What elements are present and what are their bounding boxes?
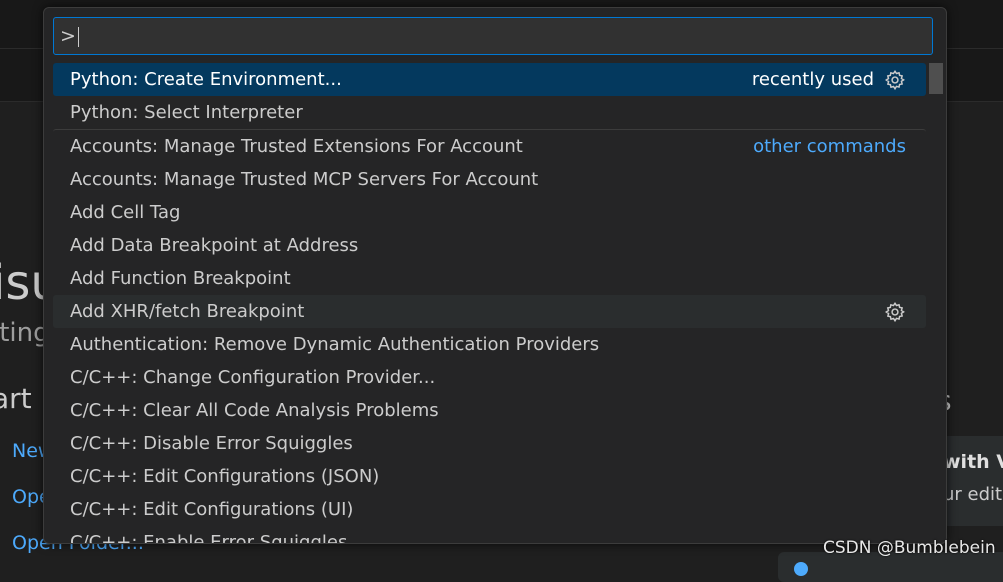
command-label: Python: Create Environment... xyxy=(70,69,342,90)
command-label: Add Function Breakpoint xyxy=(70,268,291,289)
command-label: C/C++: Change Configuration Provider... xyxy=(70,367,436,388)
command-item[interactable]: C/C++: Clear All Code Analysis Problems xyxy=(53,394,926,427)
command-palette-input[interactable]: > xyxy=(53,17,933,55)
command-item-actions xyxy=(884,295,906,328)
command-label: C/C++: Edit Configurations (UI) xyxy=(70,499,354,520)
other-commands-label: other commands xyxy=(753,136,906,157)
command-label: Add Data Breakpoint at Address xyxy=(70,235,359,256)
text-caret xyxy=(77,26,79,47)
command-item[interactable]: Add XHR/fetch Breakpoint xyxy=(53,295,926,328)
watermark: CSDN @Bumblebein xyxy=(823,538,996,558)
command-item[interactable]: Add Cell Tag xyxy=(53,196,926,229)
configure-keybinding-gear-icon[interactable] xyxy=(884,301,906,323)
command-label: Python: Select Interpreter xyxy=(70,102,303,123)
command-label: C/C++: Disable Error Squiggles xyxy=(70,433,353,454)
walkthrough-title: with VS xyxy=(943,451,1003,473)
command-label: Add XHR/fetch Breakpoint xyxy=(70,301,305,322)
configure-keybinding-gear-icon[interactable] xyxy=(884,69,906,91)
command-item[interactable]: Add Function Breakpoint xyxy=(53,262,926,295)
scrollbar-thumb[interactable] xyxy=(929,63,943,94)
command-item[interactable]: Accounts: Manage Trusted MCP Servers For… xyxy=(53,163,926,196)
command-palette: > Python: Create Environment... recently … xyxy=(43,7,947,544)
start-heading: art xyxy=(0,382,32,415)
command-item[interactable]: C/C++: Disable Error Squiggles xyxy=(53,427,926,460)
command-label: C/C++: Clear All Code Analysis Problems xyxy=(70,400,439,421)
command-item-actions: recently used xyxy=(752,63,906,96)
command-label: Accounts: Manage Trusted Extensions For … xyxy=(70,136,523,157)
command-item-actions: other commands xyxy=(753,130,906,163)
command-label: C/C++: Edit Configurations (JSON) xyxy=(70,466,380,487)
walkthrough-description: ur edito xyxy=(943,484,1003,505)
walkthrough-icon xyxy=(794,562,808,576)
recently-used-label: recently used xyxy=(751,69,874,90)
command-label: Authentication: Remove Dynamic Authentic… xyxy=(70,334,600,355)
command-item[interactable]: Python: Select Interpreter xyxy=(53,96,926,129)
command-item[interactable]: C/C++: Change Configuration Provider... xyxy=(53,361,926,394)
command-label: Add Cell Tag xyxy=(70,202,181,223)
command-item[interactable]: Add Data Breakpoint at Address xyxy=(53,229,926,262)
command-label: C/C++: Enable Error Squiggles xyxy=(70,532,348,543)
command-item[interactable]: C/C++: Enable Error Squiggles xyxy=(53,526,926,543)
command-item[interactable]: Python: Create Environment... recently us… xyxy=(53,63,926,96)
input-value: > xyxy=(60,25,76,47)
command-item[interactable]: Accounts: Manage Trusted Extensions For … xyxy=(53,129,926,163)
command-label: Accounts: Manage Trusted MCP Servers For… xyxy=(70,169,539,190)
command-list: Python: Create Environment... recently us… xyxy=(53,63,926,543)
command-item[interactable]: C/C++: Edit Configurations (JSON) xyxy=(53,460,926,493)
command-item[interactable]: Authentication: Remove Dynamic Authentic… xyxy=(53,328,926,361)
command-item[interactable]: C/C++: Edit Configurations (UI) xyxy=(53,493,926,526)
